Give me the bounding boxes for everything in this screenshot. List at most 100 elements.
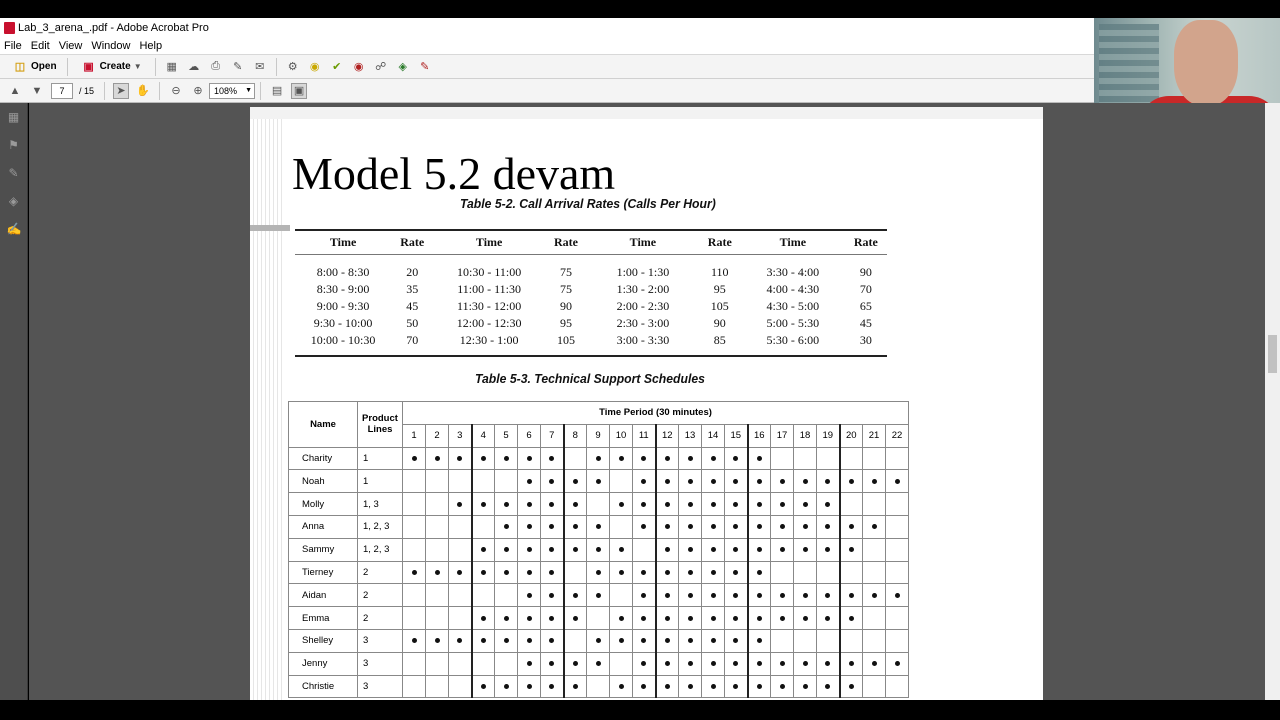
page-thumbnails-icon[interactable]: ▦: [7, 110, 21, 124]
schedule-cell: [563, 583, 587, 608]
schedule-cell: [770, 583, 794, 608]
on-duty-dot: [549, 501, 555, 507]
zoom-out-icon[interactable]: ⊖: [168, 83, 184, 99]
hand-tool-icon[interactable]: ✋: [135, 83, 151, 99]
navigation-pane: ▦ ⚑ ✎ ◈ ✍: [0, 103, 28, 700]
col-header-name: Name: [288, 401, 358, 448]
schedule-cell: [425, 674, 449, 699]
schedule-cell: [402, 651, 426, 676]
product-lines: 1: [357, 446, 403, 471]
table2-cell: 50: [406, 316, 419, 330]
on-duty-dot: [733, 455, 739, 461]
edit-icon[interactable]: ✎: [230, 59, 246, 75]
print-icon[interactable]: ⎙: [208, 59, 224, 75]
menu-help[interactable]: Help: [139, 40, 162, 52]
signatures-icon[interactable]: ✎: [7, 166, 21, 180]
on-duty-dot: [641, 615, 647, 621]
on-duty-dot: [779, 615, 785, 621]
open-button[interactable]: ◫ Open: [4, 57, 62, 76]
on-duty-dot: [618, 547, 624, 553]
attachments-icon[interactable]: ✍: [7, 222, 22, 236]
schedule-cell: [770, 674, 794, 699]
on-duty-dot: [779, 592, 785, 598]
on-duty-dot: [457, 501, 463, 507]
comment-icon[interactable]: ◉: [307, 59, 323, 75]
schedule-cell: [793, 628, 817, 653]
staff-name: Molly: [288, 492, 358, 516]
highlight-icon[interactable]: ✔: [329, 59, 345, 75]
layers-icon[interactable]: ◈: [7, 194, 21, 208]
save-icon[interactable]: ▦: [164, 59, 180, 75]
vertical-scrollbar[interactable]: [1265, 103, 1280, 700]
schedule-cell: [517, 469, 541, 494]
schedule-cell: [770, 606, 794, 630]
schedule-cell: [425, 446, 449, 471]
schedule-cell: [747, 583, 771, 608]
schedule-cell: [701, 628, 725, 653]
schedule-cell: [609, 446, 633, 471]
schedule-cell: [793, 583, 817, 608]
schedule-cell: [471, 628, 495, 653]
menu-view[interactable]: View: [59, 40, 83, 52]
on-duty-dot: [664, 501, 670, 507]
table2-cell: 110: [711, 265, 729, 279]
email-icon[interactable]: ✉: [252, 59, 268, 75]
schedule-cell: [402, 606, 426, 630]
schedule-cell: [540, 469, 565, 494]
page-number-input[interactable]: 7: [51, 82, 73, 99]
on-duty-dot: [848, 683, 854, 689]
on-duty-dot: [664, 547, 670, 553]
staff-name: Emma: [288, 606, 358, 630]
on-duty-dot: [572, 683, 578, 689]
scrollbar-thumb[interactable]: [1268, 335, 1277, 373]
schedule-cell: [609, 560, 633, 585]
schedule-cell: [678, 583, 702, 608]
on-duty-dot: [595, 569, 601, 575]
call-arrival-rates-table: Time Rate Time Rate Time Rate Time Rate 8:00 - …: [295, 229, 887, 357]
menu-file[interactable]: File: [4, 40, 22, 52]
next-page-icon[interactable]: ▼: [29, 83, 45, 99]
on-duty-dot: [549, 592, 555, 598]
schedule-cell: [517, 537, 541, 562]
menu-window[interactable]: Window: [91, 40, 130, 52]
table2-cell: 2:30 - 3:00: [616, 316, 670, 330]
menu-edit[interactable]: Edit: [31, 40, 50, 52]
menu-bar: File Edit View Window Help: [0, 37, 1094, 54]
on-duty-dot: [572, 661, 578, 667]
on-duty-dot: [641, 569, 647, 575]
previous-page-icon[interactable]: ▲: [7, 83, 23, 99]
schedule-cell: [517, 651, 541, 676]
zoom-select[interactable]: 108% ▼: [209, 82, 256, 99]
schedule-cell: [517, 674, 541, 699]
on-duty-dot: [549, 478, 555, 484]
schedule-cell: [655, 606, 679, 630]
schedule-cell: [425, 583, 449, 608]
create-pdf-icon: ▣: [83, 61, 94, 73]
select-tool-icon[interactable]: ➤: [113, 82, 130, 99]
fit-width-icon[interactable]: ▣: [291, 82, 308, 99]
on-duty-dot: [710, 569, 716, 575]
stamp-icon[interactable]: ◉: [351, 59, 367, 75]
cloud-upload-icon[interactable]: ☁: [186, 59, 202, 75]
attach-icon[interactable]: ☍: [373, 59, 389, 75]
create-button[interactable]: ▣ Create ▼: [73, 57, 150, 76]
schedule-cell: [655, 469, 679, 494]
review-icon[interactable]: ◈: [395, 59, 411, 75]
schedule-cell: [563, 606, 587, 630]
on-duty-dot: [618, 638, 624, 644]
bookmarks-icon[interactable]: ⚑: [7, 138, 21, 152]
schedule-cell: [402, 492, 426, 516]
schedule-cell: [839, 492, 863, 516]
table-row: Charity 1: [288, 446, 910, 471]
table2-cell: 10:00 - 10:30: [310, 333, 376, 347]
schedule-cell: [770, 628, 794, 653]
schedule-cell: [884, 628, 910, 653]
schedule-cell: [517, 446, 541, 471]
schedule-cell: [839, 606, 863, 630]
on-duty-dot: [733, 661, 739, 667]
period-header-7: 7: [540, 423, 565, 448]
zoom-in-icon[interactable]: ⊕: [190, 83, 206, 99]
settings-icon[interactable]: ⚙: [285, 59, 301, 75]
sign-icon[interactable]: ✎: [417, 59, 433, 75]
fit-page-icon[interactable]: ▤: [269, 83, 285, 99]
